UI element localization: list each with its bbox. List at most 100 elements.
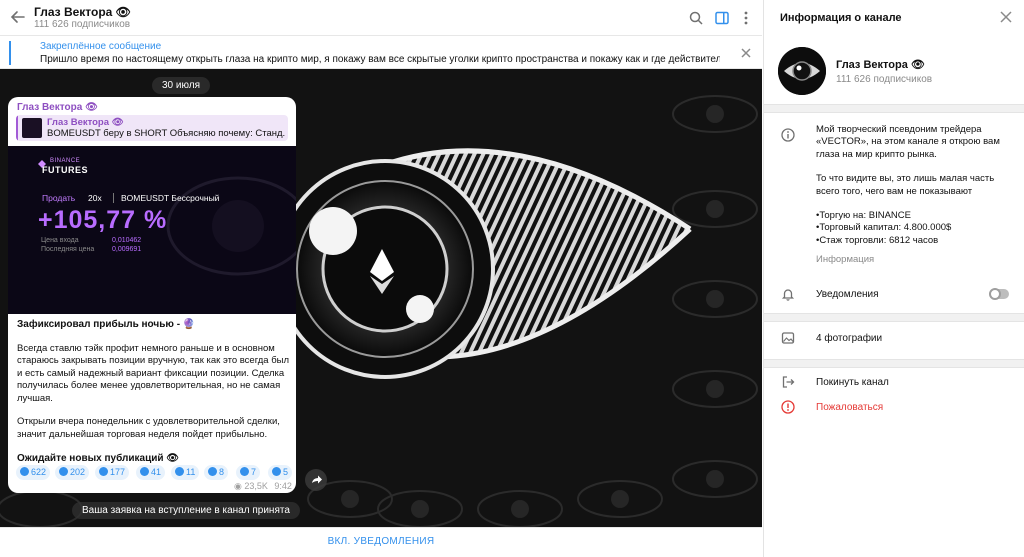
notifications-label: Уведомления [816, 289, 879, 300]
reaction-thumbs-up[interactable]: 177 [95, 465, 130, 480]
section-divider [764, 313, 1024, 322]
photos-link[interactable]: 4 фотографии [816, 333, 882, 344]
reaction-count: 622 [31, 467, 47, 477]
divider [113, 193, 114, 203]
chat-messages-area[interactable]: 30 июля Глаз Вектора 👁 Глаз Вектора 👁 BO… [0, 69, 762, 527]
photo-icon [781, 332, 795, 344]
reply-author: Глаз Вектора 👁 [47, 117, 124, 128]
back-arrow-icon[interactable] [10, 9, 26, 25]
description-line: Мой творческий псевдоним трейдера [816, 124, 982, 135]
channel-title[interactable]: Глаз Вектора 👁 [34, 5, 131, 19]
emoji-icon [175, 467, 184, 476]
entry-price-label: Цена входа [41, 237, 79, 244]
description-line: •Торгую на: BINANCE [816, 210, 911, 222]
enable-notifications-button[interactable]: ВКЛ. УВЕДОМЛЕНИЯ [0, 536, 762, 547]
chat-header: Глаз Вектора 👁 111 626 подписчиков [0, 0, 762, 36]
reaction-count: 7 [251, 467, 257, 477]
message-paragraph: Открыли вчера понедельник с удовлетворит… [17, 416, 280, 440]
view-count: 23,5K [244, 481, 268, 491]
description-line: •Стаж торговли: 6812 часов [816, 234, 939, 246]
pinned-text: Пришло время по настоящему открыть глаза… [40, 54, 720, 65]
futures-label: FUTURES [42, 165, 88, 175]
pinned-message[interactable]: Закреплённое сообщение Пришло время по н… [0, 37, 762, 69]
section-divider [764, 359, 1024, 368]
info-header: Информация о канале [764, 0, 1024, 36]
reaction-count: 41 [151, 467, 162, 477]
heart-icon [20, 467, 29, 476]
leverage-label: 20x [88, 193, 102, 203]
roi-value: +105,77 % [38, 206, 168, 234]
description-label: Информация [816, 254, 875, 265]
info-title: Информация о канале [780, 12, 902, 24]
telegram-window: Глаз Вектора 👁 111 626 подписчиков Закре… [0, 0, 1024, 557]
channel-avatar[interactable] [778, 47, 826, 95]
channel-subscribers: 111 626 подписчиков [836, 74, 933, 85]
last-price-value: 0,009691 [112, 246, 142, 253]
thumbs-down-icon [59, 467, 68, 476]
reaction-emoji[interactable]: 5 [268, 465, 293, 480]
description-line: всего того, чего вам не показывают [816, 185, 973, 197]
binance-label: BINANCE [50, 158, 81, 164]
date-separator: 30 июля [152, 77, 211, 94]
trade-card-image[interactable]: BINANCE FUTURES Продать 20x BOMEUSDT Бес… [8, 146, 296, 314]
description-line: «VECTOR», на этом канале я открою вам [816, 136, 1000, 148]
message-author[interactable]: Глаз Вектора 👁 [17, 102, 98, 113]
description-line: глаза на мир крипто рынка. [816, 148, 937, 160]
info-icon [781, 128, 795, 142]
close-icon[interactable] [1000, 11, 1012, 23]
emoji-icon [272, 467, 281, 476]
more-menu-icon[interactable] [738, 10, 754, 26]
bell-icon [781, 289, 795, 301]
reply-accent-bar [16, 115, 18, 141]
message-callout: Ожидайте новых публикаций 👁 [17, 453, 179, 464]
reaction-emoji[interactable]: 11 [171, 465, 200, 480]
message-bubble[interactable]: Глаз Вектора 👁 Глаз Вектора 👁 BOMEUSDT б… [8, 97, 296, 493]
report-button[interactable]: Пожаловаться [816, 402, 883, 413]
reaction-emoji[interactable]: 7 [236, 465, 261, 480]
reaction-thumbs-down[interactable]: 202 [55, 465, 90, 480]
message-meta: ◉ 23,5K 9:42 [234, 481, 292, 492]
eye-avatar-art [778, 47, 826, 95]
toggle-knob [989, 288, 1001, 300]
chat-pane: Глаз Вектора 👁 111 626 подписчиков Закре… [0, 0, 762, 557]
reaction-emoji[interactable]: 41 [136, 465, 166, 480]
reply-thumbnail [22, 118, 42, 138]
pair-label: BOMEUSDT Бессрочный [121, 193, 220, 203]
message-headline: Зафиксировал прибыль ночью - 🔮 [17, 319, 196, 330]
leave-channel-button[interactable]: Покинуть канал [816, 377, 889, 388]
thumbs-up-icon [99, 467, 108, 476]
close-icon[interactable] [740, 47, 752, 59]
reaction-count: 177 [110, 467, 126, 477]
pinned-title: Закреплённое сообщение [40, 41, 162, 52]
reaction-count: 5 [283, 467, 289, 477]
reactions-bar: 622 202 177 41 11 8 7 5 [16, 465, 296, 481]
channel-info-pane: Информация о канале Глаз Вектора 👁 111 6… [763, 0, 1024, 557]
message-time: 9:42 [274, 481, 292, 491]
reply-preview[interactable]: Глаз Вектора 👁 BOMEUSDT беру в SHORT Объ… [16, 115, 288, 141]
section-divider [764, 104, 1024, 113]
last-price-label: Последняя цена [41, 246, 95, 253]
emoji-icon [140, 467, 149, 476]
bottom-bar: ВКЛ. УВЕДОМЛЕНИЯ [0, 527, 762, 557]
reply-text: BOMEUSDT беру в SHORT Объясняю почему: С… [47, 128, 285, 139]
entry-price-value: 0,010462 [112, 237, 142, 244]
report-icon [781, 400, 795, 414]
emoji-icon [208, 467, 217, 476]
forward-button[interactable] [305, 469, 327, 491]
reaction-heart[interactable]: 622 [16, 465, 51, 480]
description-line: •Торговый капитал: 4.800.000$ [816, 222, 952, 234]
emoji-icon [240, 467, 249, 476]
reaction-count: 11 [186, 467, 196, 477]
reaction-emoji[interactable]: 8 [204, 465, 229, 480]
reaction-count: 8 [219, 467, 225, 477]
sidebar-toggle-icon[interactable] [714, 10, 730, 26]
forward-icon [312, 475, 322, 484]
join-request-notice: Ваша заявка на вступление в канал принят… [72, 502, 300, 519]
search-icon[interactable] [688, 10, 704, 26]
side-label: Продать [42, 193, 76, 203]
notifications-toggle[interactable] [989, 288, 1009, 300]
reaction-count: 202 [70, 467, 86, 477]
channel-name: Глаз Вектора 👁 [836, 59, 925, 71]
message-paragraph: Всегда ставлю тэйк профит немного раньше… [17, 342, 290, 404]
pinned-accent-bar [9, 41, 11, 65]
